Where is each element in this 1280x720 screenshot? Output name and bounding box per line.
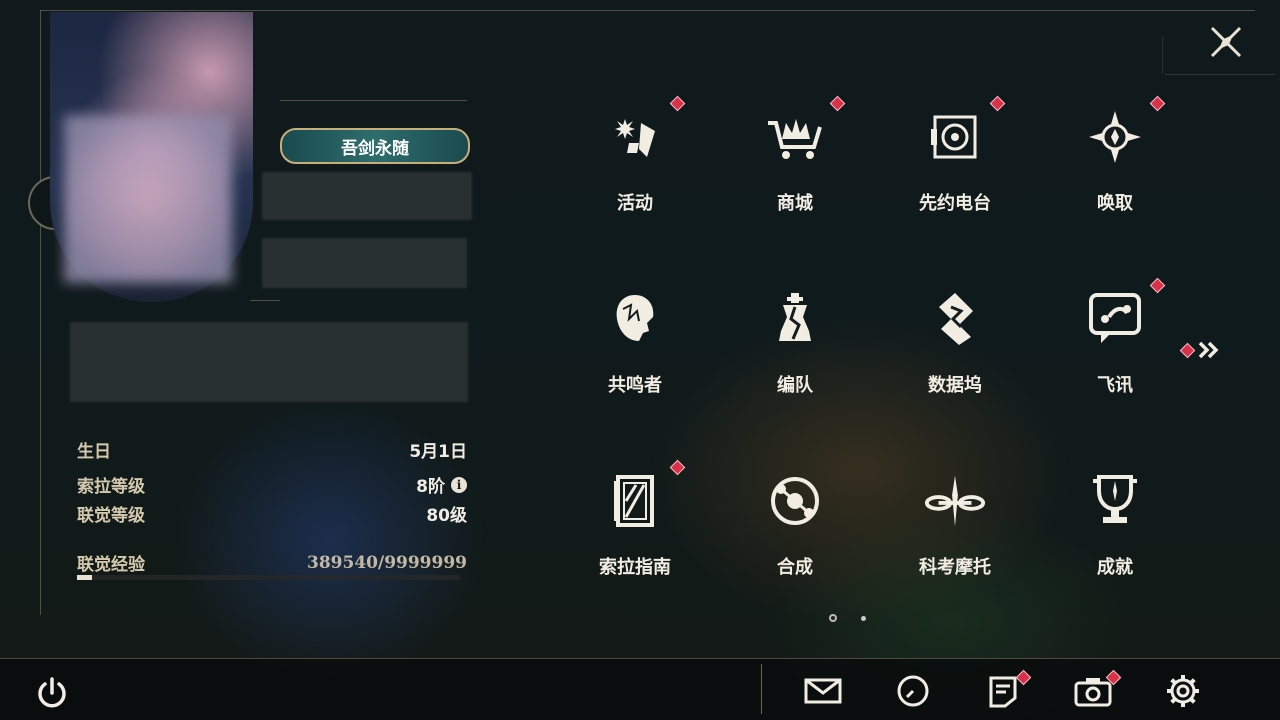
birthday-value: 5月1日	[409, 442, 467, 462]
frame-corner-line	[1165, 74, 1275, 75]
settings-icon	[1167, 675, 1199, 707]
top-frame-line	[40, 10, 1255, 11]
notice-button[interactable]	[982, 669, 1032, 712]
team-icon	[763, 287, 827, 351]
alert-dot	[829, 95, 846, 112]
menu-item-label: 飞讯	[1097, 375, 1133, 396]
mail-button[interactable]	[802, 670, 844, 712]
notice-icon	[989, 676, 1017, 708]
menu-item-label: 先约电台	[919, 193, 991, 214]
page-dot-2[interactable]	[861, 615, 866, 621]
alert-dot	[669, 95, 686, 112]
union-level-label: 联觉等级	[77, 506, 145, 526]
databank-icon	[923, 287, 987, 351]
shop-icon	[763, 105, 827, 169]
alert-dot	[1149, 95, 1166, 112]
exp-value: 389540/9999999	[307, 552, 467, 573]
settings-button[interactable]	[1162, 670, 1204, 712]
page-dot-1[interactable]	[829, 614, 837, 622]
exp-label: 联觉经验	[77, 555, 145, 575]
exp-row: 联觉经验 389540/9999999	[77, 550, 467, 576]
double-chevron-right-icon	[1198, 341, 1219, 359]
sola-level-value: 8阶	[416, 477, 445, 497]
next-page-button[interactable]	[1179, 340, 1223, 360]
menu-item-achievement[interactable]: 成就	[1035, 449, 1195, 629]
power-button[interactable]	[32, 674, 72, 714]
birthday-row: 生日 5月1日	[77, 437, 467, 462]
menu-item-gacha[interactable]: 唤取	[1035, 85, 1195, 265]
menu-item-radio[interactable]: 先约电台	[875, 85, 1035, 265]
uid-blurred	[262, 172, 472, 220]
menu-item-label: 唤取	[1097, 193, 1133, 214]
activity-icon	[603, 105, 667, 169]
name-divider	[280, 100, 467, 101]
alert-dot	[989, 95, 1006, 112]
menu-item-label: 共鸣者	[608, 375, 662, 396]
menu-item-message[interactable]: 飞讯	[1035, 267, 1195, 447]
achievement-icon	[1083, 469, 1147, 533]
sola-level-row: 索拉等级 8阶 i	[77, 472, 467, 497]
union-level-value: 80级	[426, 506, 467, 526]
menu-item-label: 合成	[777, 557, 813, 578]
synthesis-icon	[763, 469, 827, 533]
exp-progress-bar	[77, 575, 460, 580]
menu-item-label: 成就	[1097, 557, 1133, 578]
alert-dot	[1149, 277, 1166, 294]
radio-icon	[923, 105, 987, 169]
gacha-icon	[1083, 105, 1147, 169]
menu-item-label: 索拉指南	[599, 557, 671, 578]
resonator-icon	[603, 287, 667, 351]
menu-item-guide[interactable]: 索拉指南	[555, 449, 715, 629]
menu-item-label: 数据坞	[928, 375, 982, 396]
timer-button[interactable]	[892, 670, 934, 712]
message-icon	[1083, 287, 1147, 351]
info-icon[interactable]: i	[451, 476, 467, 493]
left-frame-line	[40, 10, 41, 615]
motorbike-icon	[923, 469, 987, 533]
profile-divider	[250, 300, 280, 301]
close-button[interactable]	[1204, 20, 1248, 64]
menu-item-motorbike[interactable]: 科考摩托	[875, 449, 1035, 629]
menu-item-shop[interactable]: 商城	[715, 85, 875, 265]
avatar-blurred	[64, 115, 232, 283]
birthday-label: 生日	[77, 442, 111, 462]
menu-item-synthesis[interactable]: 合成	[715, 449, 875, 629]
close-icon	[1210, 26, 1242, 58]
exp-progress-fill	[77, 575, 92, 580]
menu-item-activity[interactable]: 活动	[555, 85, 715, 265]
menu-item-resonator[interactable]: 共鸣者	[555, 267, 715, 447]
frame-corner	[1162, 36, 1163, 74]
guide-icon	[603, 469, 667, 533]
clock-icon	[897, 675, 929, 707]
mail-icon	[804, 678, 842, 704]
menu-item-label: 商城	[777, 193, 813, 214]
page-indicator	[829, 614, 866, 622]
sola-level-value-wrap: 8阶 i	[416, 472, 467, 497]
camera-button[interactable]	[1072, 669, 1122, 712]
bottom-bar-line	[0, 658, 1280, 659]
menu-item-databank[interactable]: 数据坞	[875, 267, 1035, 447]
sola-level-label: 索拉等级	[77, 477, 145, 497]
power-icon	[38, 677, 66, 708]
next-page-alert-dot	[1179, 342, 1196, 358]
title-badge-text: 吾剑永随	[341, 138, 409, 159]
menu-item-label: 编队	[777, 375, 813, 396]
union-level-row: 联觉等级 80级	[77, 501, 467, 526]
alert-dot	[669, 459, 686, 476]
menu-item-label: 科考摩托	[919, 557, 991, 578]
title-badge[interactable]: 吾剑永随	[280, 128, 470, 164]
camera-icon	[1074, 678, 1112, 707]
menu-item-team[interactable]: 编队	[715, 267, 875, 447]
bottom-bar-divider	[761, 664, 762, 714]
menu-item-label: 活动	[617, 193, 653, 214]
name-blurred	[262, 238, 467, 288]
signature-blurred[interactable]	[70, 322, 468, 402]
